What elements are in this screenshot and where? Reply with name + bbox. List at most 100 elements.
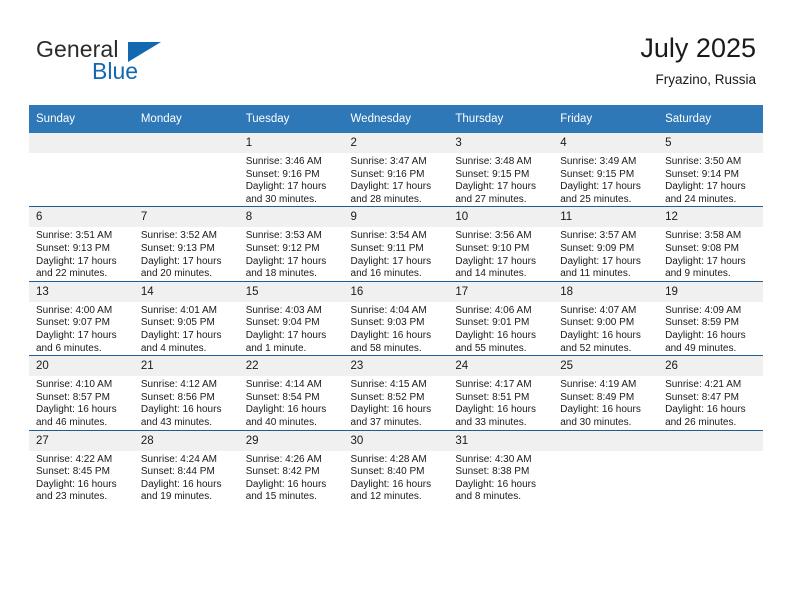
logo-text-blue: Blue [92, 58, 139, 84]
sunrise-text: Sunrise: 4:17 AM [455, 379, 532, 391]
calendar-day-cell[interactable]: 18 Sunrise: 4:07 AM Sunset: 9:00 PM Dayligh… [553, 280, 659, 356]
sunrise-text: Sunrise: 3:52 AM [140, 230, 217, 242]
sunrise-text: Sunrise: 4:12 AM [140, 379, 217, 391]
weekday-header-friday: Friday [553, 105, 659, 133]
day-sun-info: Sunrise: 3:57 AM Sunset: 9:09 PM Daylight:… [553, 227, 658, 280]
calendar-day-cell[interactable]: 13 Sunrise: 4:00 AM Sunset: 9:07 PM Dayligh… [29, 280, 134, 356]
calendar-day-cell[interactable]: 2 Sunrise: 3:47 AM Sunset: 9:16 PM Daylight… [343, 133, 449, 207]
daylight-text: Daylight: 16 hours and 8 minutes. [455, 478, 536, 503]
daylight-text: Daylight: 16 hours and 40 minutes. [245, 404, 327, 428]
calendar-day-cell[interactable]: 30 Sunrise: 4:28 AM Sunset: 8:40 PM Dayligh… [343, 429, 449, 504]
calendar-day-cell[interactable]: 24 Sunrise: 4:17 AM Sunset: 8:51 PM Dayligh… [448, 355, 554, 430]
day-number: 18 [553, 281, 659, 302]
calendar-day-cell[interactable]: 16 Sunrise: 4:04 AM Sunset: 9:03 PM Dayligh… [343, 280, 449, 356]
calendar-day-cell[interactable]: 19 Sunrise: 4:09 AM Sunset: 8:59 PM Dayligh… [658, 280, 763, 356]
sunset-text: Sunset: 9:08 PM [665, 242, 739, 254]
calendar-day-cell[interactable]: 9 Sunrise: 3:54 AM Sunset: 9:11 PM Daylight… [343, 206, 449, 282]
page-title: July 2025 [640, 33, 756, 63]
sunrise-text: Sunrise: 3:50 AM [665, 156, 742, 167]
sunrise-text: Sunrise: 3:56 AM [455, 230, 532, 242]
weekday-header-monday: Monday [133, 105, 239, 133]
calendar-day-cell[interactable]: 26 Sunrise: 4:21 AM Sunset: 8:47 PM Dayligh… [658, 355, 763, 430]
weekday-header-saturday: Saturday [658, 105, 763, 133]
day-number: 7 [133, 207, 239, 228]
calendar-day-cell[interactable]: 1 Sunrise: 3:46 AM Sunset: 9:16 PM Daylight… [238, 133, 344, 207]
calendar-day-cell[interactable]: 22 Sunrise: 4:14 AM Sunset: 8:54 PM Dayligh… [238, 355, 344, 430]
daylight-text: Daylight: 17 hours and 30 minutes. [245, 181, 327, 205]
calendar-day-cell[interactable]: 21 Sunrise: 4:12 AM Sunset: 8:56 PM Dayligh… [133, 355, 239, 430]
general-blue-logo[interactable]: General Blue [36, 36, 266, 92]
daylight-text: Daylight: 16 hours and 30 minutes. [560, 404, 641, 428]
day-number: 28 [133, 430, 239, 451]
sunset-text: Sunset: 9:01 PM [455, 317, 530, 329]
calendar-day-cell[interactable]: 29 Sunrise: 4:26 AM Sunset: 8:42 PM Dayligh… [238, 429, 344, 504]
day-sun-info: Sunrise: 4:03 AM Sunset: 9:04 PM Daylight:… [239, 302, 344, 355]
calendar-day-cell[interactable]: 17 Sunrise: 4:06 AM Sunset: 9:01 PM Dayligh… [448, 280, 554, 356]
weekday-header-wednesday: Wednesday [343, 105, 449, 133]
calendar-day-cell[interactable]: 5 Sunrise: 3:50 AM Sunset: 9:14 PM Daylight… [658, 133, 763, 207]
weekday-header-thursday: Thursday [448, 105, 554, 133]
daylight-text: Daylight: 16 hours and 52 minutes. [560, 329, 641, 354]
day-number: 20 [29, 356, 134, 377]
calendar-day-cell[interactable]: 14 Sunrise: 4:01 AM Sunset: 9:05 PM Dayligh… [133, 280, 239, 356]
sunrise-text: Sunrise: 4:22 AM [36, 453, 113, 465]
daylight-text: Daylight: 16 hours and 19 minutes. [140, 478, 222, 503]
daylight-text: Daylight: 16 hours and 49 minutes. [665, 329, 746, 354]
calendar-day-cell[interactable]: 7 Sunrise: 3:52 AM Sunset: 9:13 PM Daylight… [133, 206, 239, 282]
calendar-day-cell[interactable]: 20 Sunrise: 4:10 AM Sunset: 8:57 PM Dayligh… [29, 355, 134, 430]
day-sun-info: Sunrise: 4:28 AM Sunset: 8:40 PM Daylight:… [344, 451, 449, 504]
day-sun-info: Sunrise: 3:54 AM Sunset: 9:11 PM Daylight:… [344, 227, 449, 280]
calendar-day-cell[interactable]: 25 Sunrise: 4:19 AM Sunset: 8:49 PM Dayligh… [553, 355, 659, 430]
sunrise-text: Sunrise: 4:01 AM [140, 304, 217, 316]
sunrise-text: Sunrise: 4:03 AM [245, 304, 322, 316]
sunset-text: Sunset: 9:03 PM [350, 317, 425, 329]
day-number [658, 430, 763, 451]
sunrise-text: Sunrise: 3:46 AM [245, 156, 322, 167]
calendar-day-cell[interactable]: 28 Sunrise: 4:24 AM Sunset: 8:44 PM Dayligh… [133, 429, 239, 504]
day-sun-info: Sunrise: 3:50 AM Sunset: 9:14 PM Daylight:… [658, 153, 763, 206]
sunrise-text: Sunrise: 4:15 AM [350, 379, 427, 391]
sunset-text: Sunset: 8:51 PM [455, 391, 530, 403]
day-number: 13 [29, 281, 134, 302]
day-number: 15 [238, 281, 344, 302]
sunrise-text: Sunrise: 4:28 AM [350, 453, 427, 465]
day-number: 12 [658, 207, 763, 228]
calendar-day-cell-empty [553, 429, 659, 504]
calendar-day-cell[interactable]: 12 Sunrise: 3:58 AM Sunset: 9:08 PM Dayligh… [658, 206, 763, 282]
day-sun-info: Sunrise: 3:51 AM Sunset: 9:13 PM Daylight:… [29, 227, 134, 280]
calendar-day-cell[interactable]: 31 Sunrise: 4:30 AM Sunset: 8:38 PM Dayligh… [448, 429, 554, 504]
day-number: 5 [658, 133, 763, 153]
day-number: 2 [343, 133, 449, 153]
daylight-text: Daylight: 16 hours and 46 minutes. [36, 404, 117, 428]
day-number: 24 [448, 356, 554, 377]
calendar-day-cell[interactable]: 27 Sunrise: 4:22 AM Sunset: 8:45 PM Dayligh… [29, 429, 134, 504]
day-sun-info: Sunrise: 4:06 AM Sunset: 9:01 PM Daylight:… [448, 302, 553, 355]
day-number: 21 [133, 356, 239, 377]
day-sun-info: Sunrise: 4:04 AM Sunset: 9:03 PM Daylight:… [344, 302, 449, 355]
calendar-day-cell[interactable]: 6 Sunrise: 3:51 AM Sunset: 9:13 PM Daylight… [29, 206, 134, 282]
sunset-text: Sunset: 9:12 PM [245, 242, 320, 254]
sunset-text: Sunset: 8:42 PM [245, 466, 320, 478]
calendar-day-cell[interactable]: 10 Sunrise: 3:56 AM Sunset: 9:10 PM Dayligh… [448, 206, 554, 282]
calendar-day-cell[interactable]: 3 Sunrise: 3:48 AM Sunset: 9:15 PM Daylight… [448, 133, 554, 207]
calendar-day-cell[interactable]: 8 Sunrise: 3:53 AM Sunset: 9:12 PM Daylight… [238, 206, 344, 282]
sunrise-text: Sunrise: 3:57 AM [560, 230, 637, 242]
day-number: 1 [238, 133, 344, 153]
day-sun-info: Sunrise: 4:07 AM Sunset: 9:00 PM Daylight:… [553, 302, 658, 355]
sunset-text: Sunset: 8:56 PM [140, 391, 215, 403]
sunset-text: Sunset: 9:15 PM [455, 168, 530, 180]
calendar-day-cell[interactable]: 15 Sunrise: 4:03 AM Sunset: 9:04 PM Dayligh… [238, 280, 344, 356]
day-number: 30 [343, 430, 449, 451]
sunset-text: Sunset: 9:15 PM [560, 168, 635, 180]
day-number: 29 [238, 430, 344, 451]
day-number: 9 [343, 207, 449, 228]
calendar-day-cell[interactable]: 11 Sunrise: 3:57 AM Sunset: 9:09 PM Dayligh… [553, 206, 659, 282]
calendar-header-row: Sunday Monday Tuesday Wednesday Thursday… [29, 105, 763, 133]
sunset-text: Sunset: 9:14 PM [665, 168, 739, 180]
calendar-day-cell[interactable]: 4 Sunrise: 3:49 AM Sunset: 9:15 PM Daylight… [553, 133, 659, 207]
calendar-day-cell[interactable]: 23 Sunrise: 4:15 AM Sunset: 8:52 PM Dayligh… [343, 355, 449, 430]
day-number: 4 [553, 133, 659, 153]
sunset-text: Sunset: 9:05 PM [140, 317, 215, 329]
page-subtitle: Fryazino, Russia [655, 72, 756, 87]
weekday-header-sunday: Sunday [29, 105, 134, 133]
